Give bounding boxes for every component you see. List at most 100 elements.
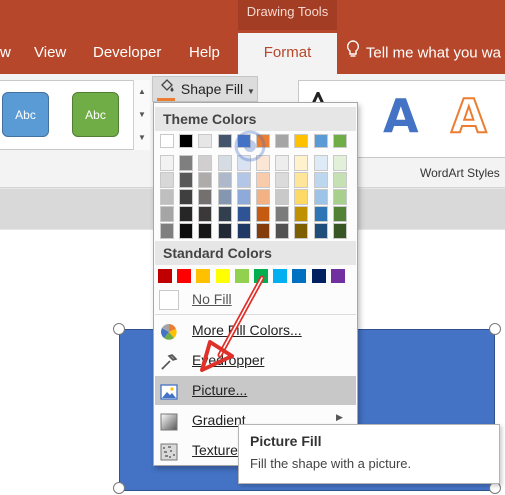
eyedropper-icon — [160, 352, 178, 370]
gradient-icon — [160, 412, 178, 431]
color-wheel-icon — [160, 322, 178, 340]
lightbulb-icon — [346, 40, 362, 67]
theme-color-swatch[interactable] — [198, 155, 213, 171]
theme-color-swatch[interactable] — [294, 155, 309, 171]
theme-color-swatch[interactable] — [236, 134, 251, 148]
theme-color-swatch[interactable] — [217, 223, 232, 239]
theme-color-swatch[interactable] — [236, 155, 251, 171]
tell-me-label: Tell me what you wa — [365, 44, 501, 62]
theme-color-swatch[interactable] — [256, 172, 270, 188]
theme-color-swatch[interactable] — [313, 206, 328, 222]
theme-color-swatch[interactable] — [294, 172, 309, 188]
theme-color-swatch[interactable] — [236, 189, 251, 205]
resize-handle[interactable] — [113, 482, 125, 494]
theme-color-swatch[interactable] — [275, 172, 290, 188]
no-fill-swatch[interactable] — [159, 290, 179, 310]
theme-color-swatch[interactable] — [217, 155, 232, 171]
wordart-style-orange-outline[interactable]: A — [450, 88, 488, 144]
tell-me-search[interactable]: Tell me what you wa — [346, 40, 501, 67]
theme-color-swatch[interactable] — [332, 155, 347, 171]
theme-color-swatch[interactable] — [275, 155, 290, 171]
theme-color-swatch[interactable] — [332, 223, 347, 239]
theme-color-swatch[interactable] — [332, 206, 347, 222]
theme-color-swatch[interactable] — [313, 134, 328, 148]
theme-color-swatch[interactable] — [160, 189, 174, 205]
standard-color-swatch[interactable] — [158, 269, 172, 283]
theme-color-swatch[interactable] — [332, 172, 347, 188]
tooltip-description: Fill the shape with a picture. — [250, 456, 412, 471]
wordart-group-label: WordArt Styles — [420, 166, 500, 180]
resize-handle[interactable] — [113, 323, 125, 335]
theme-color-swatch[interactable] — [236, 206, 251, 222]
theme-color-swatch[interactable] — [160, 206, 174, 222]
theme-color-swatch[interactable] — [160, 172, 174, 188]
theme-color-swatch[interactable] — [294, 134, 309, 148]
theme-color-swatch[interactable] — [332, 189, 347, 205]
menu-item-label: Texture — [192, 442, 238, 458]
theme-color-swatch[interactable] — [217, 206, 232, 222]
theme-color-swatch[interactable] — [294, 189, 309, 205]
gallery-scrollbar[interactable]: ▲ ▼ ▼ — [133, 80, 150, 150]
shape-style-blue[interactable]: Abc — [2, 92, 49, 137]
theme-color-swatch[interactable] — [256, 223, 270, 239]
tab-view[interactable]: View — [34, 40, 66, 70]
theme-color-swatch[interactable] — [275, 206, 290, 222]
scroll-up-icon[interactable]: ▲ — [134, 80, 150, 103]
contextual-tab-label: Drawing Tools — [238, 0, 337, 30]
tab-review-partial[interactable]: w — [0, 40, 11, 70]
theme-color-swatch[interactable] — [179, 155, 194, 171]
theme-color-swatch[interactable] — [217, 189, 232, 205]
tab-format[interactable]: Format — [238, 33, 337, 74]
theme-color-swatch[interactable] — [275, 134, 290, 148]
theme-color-swatch[interactable] — [179, 172, 194, 188]
theme-color-swatch[interactable] — [294, 223, 309, 239]
theme-color-swatch[interactable] — [294, 206, 309, 222]
current-fill-color-bar — [157, 98, 175, 101]
theme-color-swatch[interactable] — [256, 189, 270, 205]
theme-color-swatch[interactable] — [179, 189, 194, 205]
theme-color-swatch[interactable] — [198, 172, 213, 188]
theme-color-swatch[interactable] — [256, 155, 270, 171]
standard-colors-header: Standard Colors — [155, 241, 356, 265]
tab-developer[interactable]: Developer — [93, 40, 161, 70]
theme-color-swatch[interactable] — [332, 134, 347, 148]
texture-icon — [160, 442, 178, 461]
theme-color-swatch[interactable] — [275, 189, 290, 205]
resize-handle[interactable] — [489, 323, 501, 335]
theme-color-swatch[interactable] — [256, 134, 270, 148]
theme-colors-header: Theme Colors — [155, 107, 356, 131]
picture-icon — [160, 382, 178, 400]
shape-style-green[interactable]: Abc — [72, 92, 119, 137]
tab-help[interactable]: Help — [189, 40, 220, 70]
theme-color-swatch[interactable] — [313, 223, 328, 239]
theme-color-swatch[interactable] — [236, 223, 251, 239]
theme-color-swatch[interactable] — [313, 189, 328, 205]
theme-color-swatch[interactable] — [160, 223, 174, 239]
theme-color-swatch[interactable] — [217, 172, 232, 188]
standard-color-swatch[interactable] — [292, 269, 307, 283]
scroll-down-icon[interactable]: ▼ — [134, 103, 150, 126]
tooltip: Picture Fill Fill the shape with a pictu… — [238, 424, 500, 484]
annotation-arrow — [200, 275, 265, 372]
theme-color-swatch[interactable] — [275, 223, 290, 239]
theme-color-swatch[interactable] — [179, 134, 194, 148]
standard-color-swatch[interactable] — [330, 269, 345, 283]
theme-color-swatch[interactable] — [160, 134, 174, 148]
theme-color-swatch[interactable] — [198, 206, 213, 222]
standard-color-swatch[interactable] — [311, 269, 326, 283]
theme-color-swatch[interactable] — [256, 206, 270, 222]
theme-color-swatch[interactable] — [198, 134, 213, 148]
theme-color-swatch[interactable] — [313, 155, 328, 171]
theme-color-swatch[interactable] — [236, 172, 251, 188]
theme-color-swatch[interactable] — [179, 223, 194, 239]
theme-color-swatch[interactable] — [160, 155, 174, 171]
submenu-arrow-icon: ▶ — [336, 412, 343, 422]
wordart-style-blue[interactable]: A — [383, 88, 419, 144]
gallery-more-icon[interactable]: ▼ — [134, 126, 150, 149]
theme-color-swatch[interactable] — [198, 223, 213, 239]
theme-color-swatch[interactable] — [179, 206, 194, 222]
theme-color-swatch[interactable] — [313, 172, 328, 188]
tooltip-title: Picture Fill — [250, 433, 322, 449]
theme-color-swatch[interactable] — [198, 189, 213, 205]
theme-color-swatch[interactable] — [217, 134, 232, 148]
